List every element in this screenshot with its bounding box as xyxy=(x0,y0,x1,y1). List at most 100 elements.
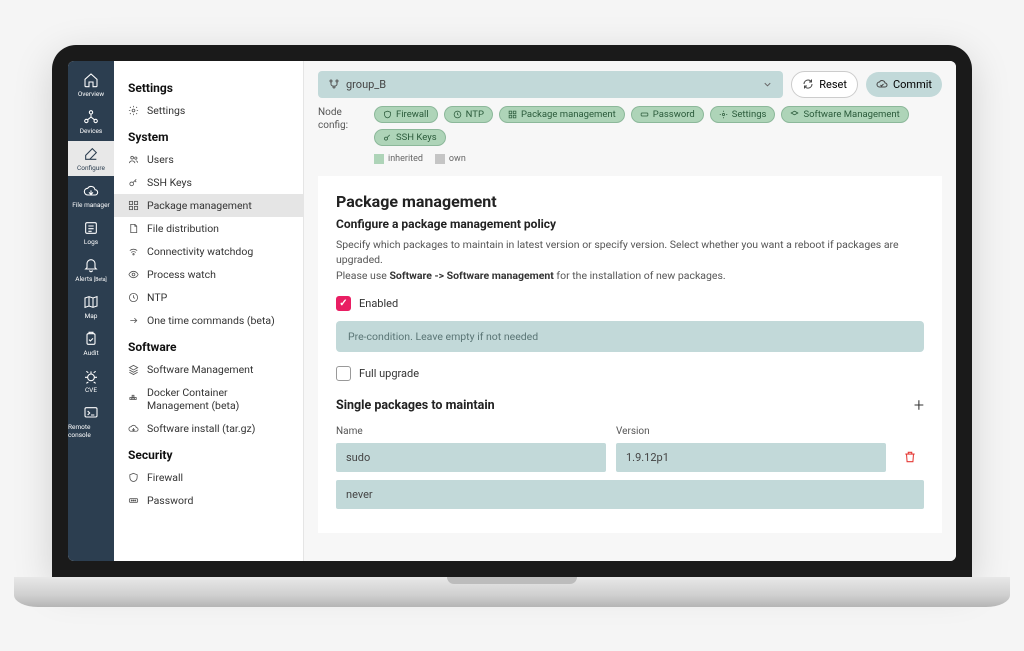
sidebar-item-remote-console[interactable]: Remote console xyxy=(68,400,114,443)
config-item-file-distribution[interactable]: File distribution xyxy=(114,217,303,240)
group-select-value: group_B xyxy=(346,78,386,91)
pill-ntp[interactable]: NTP xyxy=(444,106,493,123)
reset-button[interactable]: Reset xyxy=(791,71,858,98)
sidebar-item-file-manager[interactable]: File manager xyxy=(68,178,114,213)
config-item-settings[interactable]: Settings xyxy=(114,99,303,122)
edit-icon xyxy=(83,146,99,162)
config-item-ssh-keys[interactable]: SSH Keys xyxy=(114,171,303,194)
sidebar-label: Devices xyxy=(80,127,103,135)
devices-icon xyxy=(83,109,99,125)
full-upgrade-label: Full upgrade xyxy=(359,367,419,380)
sidebar-label: Audit xyxy=(83,349,98,357)
legend-swatch-inherited xyxy=(374,154,384,164)
config-sidebar: Settings Settings System Users SSH Keys … xyxy=(114,61,304,561)
config-item-password[interactable]: Password xyxy=(114,489,303,512)
key-icon xyxy=(383,133,392,142)
sidebar-item-alerts[interactable]: Alerts [Beta] xyxy=(68,252,114,287)
package-row xyxy=(336,480,924,509)
users-icon xyxy=(128,154,139,165)
pill-software-management[interactable]: Software Management xyxy=(781,106,908,123)
shield-icon xyxy=(383,110,392,119)
sidebar-label: Configure xyxy=(77,164,105,172)
legend: inherited own xyxy=(374,154,942,164)
grid-icon xyxy=(128,200,139,211)
key-icon xyxy=(128,177,139,188)
precondition-input[interactable]: Pre-condition. Leave empty if not needed xyxy=(336,321,924,352)
pill-settings[interactable]: Settings xyxy=(710,106,776,123)
pill-firewall[interactable]: Firewall xyxy=(374,106,438,123)
pill-ssh-keys[interactable]: SSH Keys xyxy=(374,129,446,146)
config-item-ntp[interactable]: NTP xyxy=(114,286,303,309)
sidebar-label: CVE xyxy=(85,386,97,394)
sidebar-item-overview[interactable]: Overview xyxy=(68,67,114,102)
config-item-connectivity-watchdog[interactable]: Connectivity watchdog xyxy=(114,240,303,263)
config-item-package-management[interactable]: Package management xyxy=(114,194,303,217)
map-icon xyxy=(83,294,99,310)
grid-icon xyxy=(508,110,517,119)
home-icon xyxy=(83,72,99,88)
sidebar-item-cve[interactable]: CVE xyxy=(68,363,114,398)
cloud-down-icon xyxy=(128,423,139,434)
legend-swatch-own xyxy=(435,154,445,164)
section-title-system: System xyxy=(114,122,303,148)
node-config-label: Node config: xyxy=(318,106,366,146)
bell-icon xyxy=(83,257,99,273)
config-item-firewall[interactable]: Firewall xyxy=(114,466,303,489)
layers-icon xyxy=(790,110,799,119)
enabled-label: Enabled xyxy=(359,297,398,310)
gear-icon xyxy=(128,105,139,116)
packages-title: Single packages to maintain xyxy=(336,398,495,413)
icon-sidebar: Overview Devices Configure File manager … xyxy=(68,61,114,561)
shield-icon xyxy=(128,472,139,483)
page-description: Specify which packages to maintain in la… xyxy=(336,237,924,284)
section-title-software: Software xyxy=(114,332,303,358)
sidebar-label: Map xyxy=(85,312,98,320)
full-upgrade-checkbox[interactable] xyxy=(336,366,351,381)
refresh-icon xyxy=(802,78,814,90)
package-version-input[interactable] xyxy=(616,443,886,472)
cloud-check-icon xyxy=(876,78,888,90)
clock-icon xyxy=(128,292,139,303)
container-icon xyxy=(128,393,139,404)
password-icon xyxy=(128,495,139,506)
pill-password[interactable]: Password xyxy=(631,106,704,123)
section-title-settings: Settings xyxy=(114,73,303,99)
node-config-pills: Firewall NTP Package management Password… xyxy=(374,106,942,146)
config-item-software-install[interactable]: Software install (tar.gz) xyxy=(114,417,303,440)
wifi-icon xyxy=(128,246,139,257)
config-item-software-management[interactable]: Software Management xyxy=(114,358,303,381)
sidebar-label: Logs xyxy=(84,238,98,246)
commit-button[interactable]: Commit xyxy=(866,72,942,97)
main-panel: group_B Reset Commit Node config: xyxy=(304,61,956,561)
delete-package-button[interactable] xyxy=(896,450,924,464)
pill-package-management[interactable]: Package management xyxy=(499,106,625,123)
sidebar-label: File manager xyxy=(72,201,109,209)
sidebar-label: Overview xyxy=(78,90,104,98)
package-row xyxy=(336,443,924,472)
trash-icon xyxy=(903,450,917,464)
package-name-input[interactable] xyxy=(336,443,606,472)
page-title: Package management xyxy=(336,192,924,211)
cloud-icon xyxy=(83,183,99,199)
arrow-icon xyxy=(128,315,139,326)
sidebar-label: Remote console xyxy=(68,423,114,439)
sidebar-item-audit[interactable]: Audit xyxy=(68,326,114,361)
layers-icon xyxy=(128,364,139,375)
eye-icon xyxy=(128,269,139,280)
sidebar-item-devices[interactable]: Devices xyxy=(68,104,114,139)
sidebar-item-logs[interactable]: Logs xyxy=(68,215,114,250)
config-item-users[interactable]: Users xyxy=(114,148,303,171)
sidebar-item-map[interactable]: Map xyxy=(68,289,114,324)
list-icon xyxy=(83,220,99,236)
sidebar-item-configure[interactable]: Configure xyxy=(68,141,114,176)
package-name-input[interactable] xyxy=(336,480,924,509)
bug-icon xyxy=(83,368,99,384)
chevron-down-icon xyxy=(762,79,773,90)
config-item-one-time-commands[interactable]: One time commands (beta) xyxy=(114,309,303,332)
config-item-docker[interactable]: Docker Container Management (beta) xyxy=(114,381,303,417)
add-package-button[interactable]: + xyxy=(914,395,924,416)
config-item-process-watch[interactable]: Process watch xyxy=(114,263,303,286)
terminal-icon xyxy=(83,405,99,421)
enabled-checkbox[interactable] xyxy=(336,296,351,311)
group-select[interactable]: group_B xyxy=(318,71,783,98)
